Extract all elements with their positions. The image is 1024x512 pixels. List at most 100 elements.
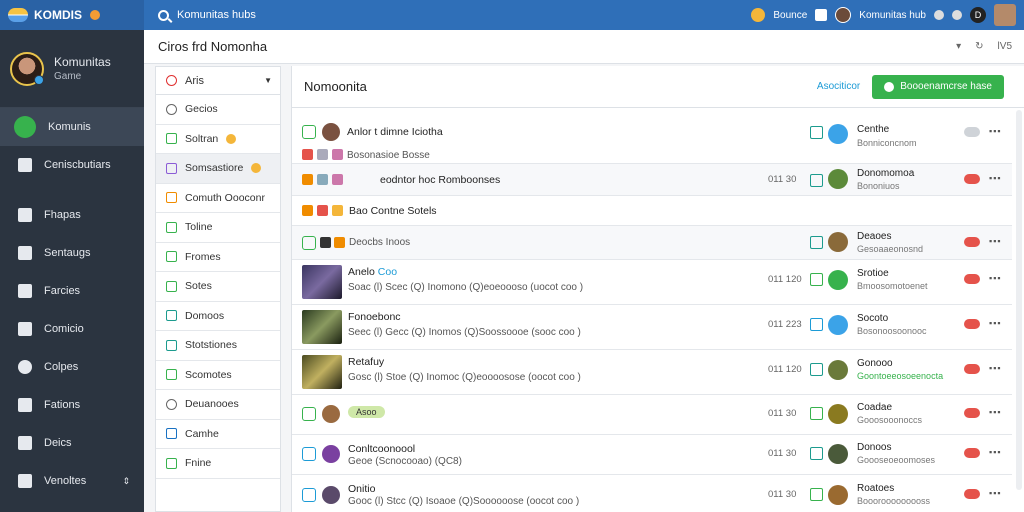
sidebar-item-farcies[interactable]: Farcies	[0, 272, 144, 310]
briefcase-icon	[18, 398, 32, 412]
bounce-label[interactable]: Bounce	[773, 10, 807, 21]
coin-icon[interactable]	[751, 8, 766, 22]
more-icon[interactable]: ▪▪▪	[989, 273, 1002, 283]
table-row[interactable]: Bao Contne Sotels	[292, 196, 1012, 226]
row-checkbox[interactable]	[302, 236, 316, 250]
row-checkbox[interactable]	[810, 318, 823, 331]
panel-item[interactable]: Fromes	[156, 243, 280, 272]
search-input[interactable]: Komunitas hubs	[177, 9, 256, 21]
user-avatar[interactable]	[835, 7, 852, 23]
search-bar[interactable]: Komunitas hubs	[144, 9, 751, 21]
edit-icon[interactable]	[810, 174, 823, 187]
more-icon[interactable]: ▪▪▪	[989, 488, 1002, 498]
sidebar-item-label: Fations	[44, 399, 81, 411]
row-user-sub: Gesoaaeonosnd	[857, 244, 924, 254]
edit-icon[interactable]	[810, 236, 823, 249]
filter-panel: Aris ▼ Gecios Soltran Somsastiore Comuth…	[155, 66, 281, 512]
edit-icon[interactable]	[810, 126, 823, 139]
panel-item[interactable]: Soltran	[156, 125, 280, 154]
row-checkbox[interactable]	[302, 447, 316, 461]
panel-item[interactable]: Camhe	[156, 420, 280, 449]
gear-icon	[18, 246, 32, 260]
account-badge[interactable]: D	[970, 7, 986, 23]
panel-item-label: Somsastiore	[185, 162, 244, 175]
user-avatar	[828, 270, 848, 290]
panel-item[interactable]: Scomotes	[156, 361, 280, 390]
panel-item[interactable]: Somsastiore	[156, 154, 280, 184]
sidebar-item-colpes[interactable]: Colpes	[0, 348, 144, 386]
view-toggle[interactable]: lV5	[998, 41, 1012, 52]
chevron-updown-icon[interactable]: ⇕	[122, 476, 130, 487]
sidebar-item-settings[interactable]: Sentaugs	[0, 234, 144, 272]
row-subtitle: Geoe (Scnocooao) (QC8)	[348, 456, 462, 467]
sidebar-item-comicio[interactable]: Comicio	[0, 310, 144, 348]
more-icon[interactable]: ▪▪▪	[989, 318, 1002, 328]
panel-item[interactable]: Sotes	[156, 272, 280, 302]
scrollbar[interactable]	[1016, 110, 1022, 490]
person-icon[interactable]	[934, 10, 944, 20]
add-button[interactable]: Boooenamcrse hase	[872, 74, 1004, 99]
sidebar-item-deics[interactable]: Deics	[0, 424, 144, 462]
corner-avatar[interactable]	[994, 4, 1016, 26]
tag-icon	[332, 205, 343, 216]
row-checkbox[interactable]	[810, 363, 823, 376]
more-icon[interactable]: ▪▪▪	[989, 407, 1002, 417]
sidebar-item-contributors[interactable]: Ceniscbutiars	[0, 146, 144, 184]
refresh-icon[interactable]: ↻	[975, 41, 983, 52]
chevron-down-icon[interactable]: ▾	[956, 41, 961, 52]
notification-icon[interactable]	[952, 10, 962, 20]
table-row[interactable]: Fonoebonc Seec (l) Gecc (Q) Inomos (Q)So…	[292, 305, 1012, 350]
user-avatar	[828, 232, 848, 252]
table-row[interactable]: Anelo Coo Soac (l) Scec (Q) Inomono (Q)e…	[292, 260, 1012, 305]
brand[interactable]: KOMDIS	[0, 0, 144, 30]
panel-item-label: Domoos	[185, 309, 225, 322]
more-icon[interactable]: ▪▪▪	[989, 126, 1002, 136]
edit-icon[interactable]	[810, 447, 823, 460]
apps-icon[interactable]	[815, 9, 828, 21]
table-row[interactable]: Retafuy Gosc (l) Stoe (Q) Inomoc (Q)eooo…	[292, 350, 1012, 395]
panel-item[interactable]: Domoos	[156, 302, 280, 331]
panel-item[interactable]: Gecios	[156, 95, 280, 125]
status-pill	[964, 448, 980, 458]
table-row[interactable]: Deocbs Inoos Deaoes Gesoaaeonosnd ▪▪▪	[292, 226, 1012, 260]
more-icon[interactable]: ▪▪▪	[989, 236, 1002, 246]
associate-link[interactable]: Asociticor	[817, 81, 860, 92]
sidebar-item-label: Comicio	[44, 323, 84, 335]
row-checkbox[interactable]	[810, 273, 823, 286]
sidebar-item-komunis[interactable]: Komunis	[0, 108, 144, 146]
more-icon[interactable]: ▪▪▪	[989, 173, 1002, 183]
more-icon[interactable]: ▪▪▪	[989, 447, 1002, 457]
page-header: Ciros frd Nomonha ▾ ↻ lV5	[144, 30, 1024, 64]
sidebar-item-venoltes[interactable]: Venoltes ⇕	[0, 462, 144, 500]
game-thumbnail	[302, 310, 342, 344]
panel-item[interactable]: Fnine	[156, 449, 280, 479]
user-avatar	[828, 315, 848, 335]
panel-item[interactable]: Comuth Oooconr	[156, 184, 280, 213]
table-row[interactable]: eodntor hoc Romboonses 011 30 Donomomoa …	[292, 164, 1012, 196]
panel-item[interactable]: Stotstiones	[156, 331, 280, 361]
row-checkbox[interactable]	[302, 407, 316, 421]
table-row[interactable]: Onitio Gooc (l) Stcc (Q) Isoaoe (Q)Soooo…	[292, 475, 1012, 512]
user-icon	[18, 360, 32, 374]
panel-item[interactable]: Toline	[156, 213, 280, 243]
row-title: Anlor t dimne Iciotha	[347, 126, 443, 138]
row-checkbox[interactable]	[302, 125, 316, 139]
sidebar-item-fations[interactable]: Fations	[0, 386, 144, 424]
filter-select[interactable]: Aris ▼	[156, 67, 280, 95]
user-label[interactable]: Komunitas hub	[859, 10, 926, 21]
more-icon[interactable]: ▪▪▪	[989, 363, 1002, 373]
row-checkbox[interactable]	[302, 488, 316, 502]
user-avatar	[828, 444, 848, 464]
main-content: Nomoonita Asociticor Boooenamcrse hase A…	[291, 66, 1024, 512]
user-avatar	[828, 124, 848, 144]
table-row[interactable]: Anlor t dimne Iciotha Bosonasioe Bosse C…	[292, 108, 1012, 164]
table-row[interactable]: Asoo 011 30 Coadae Gooosooonoccs ▪▪▪	[292, 395, 1012, 435]
building-icon	[18, 436, 32, 450]
table-row[interactable]: Conltcoonoool Geoe (Scnocooao) (QC8) 011…	[292, 435, 1012, 475]
profile-card[interactable]: Komunitas Game	[0, 30, 144, 108]
edit-icon[interactable]	[810, 407, 823, 420]
sidebar-item-fhapas[interactable]: Fhapas	[0, 196, 144, 234]
panel-item[interactable]: Deuanooes	[156, 390, 280, 420]
edit-icon[interactable]	[810, 488, 823, 501]
status-pill	[964, 364, 980, 374]
